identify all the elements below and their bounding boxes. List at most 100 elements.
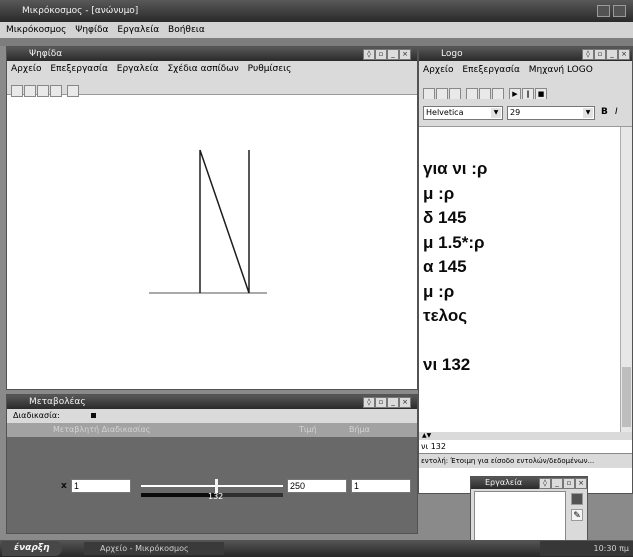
logo-minimize-button[interactable]: _ [606, 49, 618, 60]
stop-icon[interactable]: ■ [535, 87, 547, 100]
app-menu-bar: Μικρόκοσμος Ψηφίδα Εργαλεία Βοήθεια [0, 22, 633, 38]
drawing-close-button[interactable]: × [399, 49, 411, 60]
tools-window: Εργαλεία ◊ _ ▫ × ✎ [470, 476, 588, 544]
copy-icon[interactable] [479, 87, 491, 100]
drawing-menu-settings[interactable]: Ρυθμίσεις [248, 64, 292, 74]
status-text: εντολή: Έτοιμη για είσοδο εντολών/δεδομέ… [421, 457, 595, 465]
tools-close-button[interactable]: × [575, 478, 587, 489]
scrollbar-thumb[interactable] [622, 367, 631, 427]
slider-remaining [216, 493, 283, 497]
logo-status-bar: εντολή: Έτοιμη για είσοδο εντολών/δεδομέ… [419, 454, 632, 468]
italic-button[interactable]: I [615, 107, 618, 117]
slider-window: Μεταβολέας ◊ ▫ _ × Διαδικασία: Μεταβλητή… [6, 394, 418, 534]
logo-lock-button[interactable]: ◊ [582, 49, 594, 60]
max-value-field[interactable] [287, 479, 347, 493]
logo-menu-edit[interactable]: Επεξεργασία [462, 65, 520, 75]
logo-menu-file[interactable]: Αρχείο [423, 65, 454, 75]
menu-help[interactable]: Βοήθεια [168, 25, 205, 35]
drawing-menu-edit[interactable]: Επεξεργασία [50, 64, 108, 74]
menu-tools[interactable]: Εργαλεία [117, 25, 159, 35]
logo-format-bar: Helvetica ▼ 29 ▼ B I [419, 99, 632, 127]
save-disk-icon[interactable] [449, 87, 461, 100]
slider-thumb[interactable] [215, 479, 218, 493]
logo-menu-engine[interactable]: Μηχανή LOGO [529, 65, 593, 75]
open-folder-icon[interactable] [436, 87, 448, 100]
slider-procedure-row: Διαδικασία: [7, 409, 417, 423]
header-variable: Μεταβλητή Διαδικασίας [53, 425, 151, 434]
drawing-window: Ψηφίδα ◊ ▫ _ × Αρχείο Επεξεργασία Εργαλε… [6, 46, 418, 390]
run-icon[interactable]: ▶ [509, 87, 521, 100]
drawing-menu-file[interactable]: Αρχείο [11, 64, 42, 74]
logo-splitter[interactable]: ▲▼ [419, 432, 632, 440]
chevron-down-icon: ▼ [583, 108, 593, 118]
code-line: α 145 [423, 257, 467, 276]
bold-button[interactable]: B [601, 107, 608, 117]
pencil-icon[interactable]: ✎ [571, 509, 583, 521]
logo-window-title: Logo [441, 49, 463, 59]
tools-restore-button[interactable]: ▫ [563, 478, 575, 489]
font-select[interactable]: Helvetica ▼ [423, 106, 503, 120]
app-title: Μικρόκοσμος - [ανώνυμο] [22, 6, 139, 16]
clock: 10:30 πμ [593, 544, 629, 553]
drawing-minimize-button[interactable]: _ [387, 49, 399, 60]
header-value: Τιμή [299, 425, 317, 434]
app-workspace-strip [0, 38, 633, 46]
app-minimize-button[interactable] [597, 5, 610, 17]
start-button[interactable]: έναρξη [2, 541, 62, 556]
slider-minimize-button[interactable]: _ [387, 397, 399, 408]
code-line: μ 1.5*:ρ [423, 232, 485, 252]
tools-minimize-button[interactable]: _ [551, 478, 563, 489]
logo-scrollbar[interactable] [620, 127, 632, 432]
slider-close-button[interactable]: × [399, 397, 411, 408]
status-command: νι 132 [421, 442, 446, 451]
cut-icon[interactable] [466, 87, 478, 100]
turtle-drawn-n [199, 149, 250, 294]
logo-toolbar: ▶ ‖ ■ [419, 79, 632, 100]
size-select-value: 29 [510, 108, 521, 117]
logo-window: Logo ◊ ▫ _ × Αρχείο Επεξεργασία Μηχανή L… [418, 46, 633, 494]
slider-window-title-bar: Μεταβολέας [7, 395, 417, 409]
slider-header: Μεταβλητή Διαδικασίας Τιμή Βήμα [7, 423, 417, 437]
logo-editor[interactable]: για νι :ρ μ :ρ δ 145 μ 1.5*:ρ α 145 μ :ρ… [423, 157, 613, 427]
tools-canvas[interactable] [474, 491, 566, 541]
font-select-value: Helvetica [426, 108, 464, 117]
logo-restore-button[interactable]: ▫ [594, 49, 606, 60]
slider-lock-button[interactable]: ◊ [363, 397, 375, 408]
taskbar-task-button[interactable]: Αρχείο - Μικρόκοσμος [84, 542, 224, 555]
pause-icon[interactable]: ‖ [522, 87, 534, 100]
drawing-menu-tools[interactable]: Εργαλεία [117, 64, 159, 74]
procedure-label: Διαδικασία: [13, 411, 60, 420]
header-step: Βήμα [349, 425, 370, 434]
taskbar-task-label: Αρχείο - Μικρόκοσμος [100, 544, 189, 553]
logo-command-output: νι 132 [419, 440, 632, 454]
code-line: δ 145 [423, 208, 467, 227]
drawing-menu-bar: Αρχείο Επεξεργασία Εργαλεία Σχέδια ασπίδ… [7, 61, 417, 77]
paste-icon[interactable] [492, 87, 504, 100]
app-maximize-button[interactable] [613, 5, 626, 17]
tools-lock-button[interactable]: ◊ [539, 478, 551, 489]
menu-microcosm[interactable]: Μικρόκοσμος [6, 25, 66, 35]
logo-menu-bar: Αρχείο Επεξεργασία Μηχανή LOGO [419, 61, 632, 79]
drawing-window-title: Ψηφίδα [29, 49, 63, 59]
taskbar: έναρξη Αρχείο - Μικρόκοσμος 10:30 πμ [0, 540, 633, 557]
chevron-down-icon: ▼ [491, 108, 501, 118]
size-select[interactable]: 29 ▼ [507, 106, 595, 120]
color-icon[interactable] [571, 493, 583, 505]
min-value-field[interactable] [71, 479, 131, 493]
value-slider[interactable]: 132 [141, 479, 283, 503]
code-line: μ :ρ [423, 183, 455, 203]
drawing-canvas[interactable] [7, 95, 417, 389]
app-title-bar: Μικρόκοσμος - [ανώνυμο] [0, 0, 633, 22]
slider-restore-button[interactable]: ▫ [375, 397, 387, 408]
drawing-restore-button[interactable]: ▫ [375, 49, 387, 60]
drawing-menu-shields[interactable]: Σχέδια ασπίδων [167, 64, 238, 74]
drawing-lock-button[interactable]: ◊ [363, 49, 375, 60]
menu-psifida[interactable]: Ψηφίδα [75, 25, 108, 35]
procedure-marker [91, 413, 96, 418]
logo-close-button[interactable]: × [618, 49, 630, 60]
drawing-window-title-bar: Ψηφίδα [7, 47, 417, 61]
slider-window-title: Μεταβολέας [29, 397, 86, 407]
tools-window-title: Εργαλεία [485, 478, 523, 487]
step-value-field[interactable] [351, 479, 411, 493]
new-page-icon[interactable] [423, 87, 435, 100]
